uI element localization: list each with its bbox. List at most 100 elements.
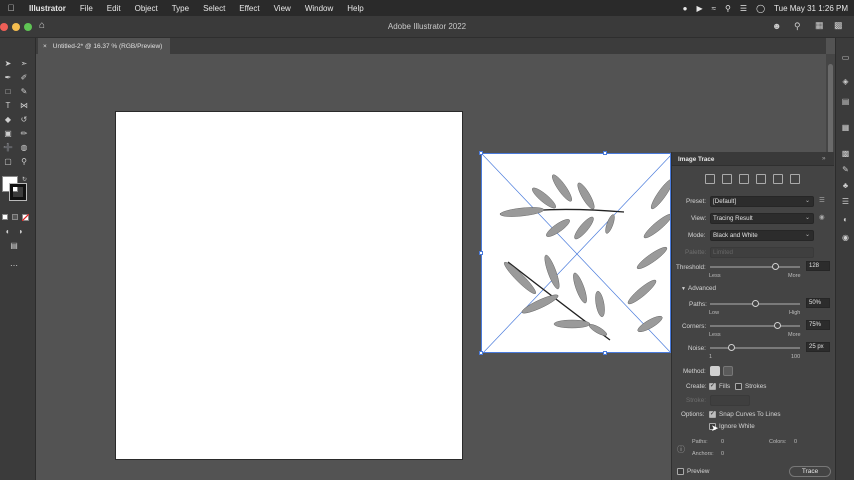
noise-value[interactable]: 25 px <box>806 342 830 352</box>
menu-effect[interactable]: Effect <box>232 4 266 13</box>
menu-help[interactable]: Help <box>340 4 370 13</box>
strokes-checkbox[interactable] <box>735 383 742 390</box>
image-trace-panel-icon[interactable]: ◉ <box>840 232 851 243</box>
control-center-icon[interactable]: ☰ <box>740 4 747 13</box>
fills-checkbox[interactable]: ✓ <box>709 383 716 390</box>
preset-menu-icon[interactable]: ☰ <box>819 197 825 204</box>
wifi-icon[interactable]: ≈ <box>712 4 716 13</box>
gradient-tool-icon[interactable]: ▣ <box>2 128 14 140</box>
swap-colors-icon[interactable]: ↻ <box>22 176 27 183</box>
high-color-preset-icon[interactable] <box>722 174 732 184</box>
threshold-slider-track[interactable] <box>710 266 800 268</box>
search-icon[interactable]: ⚲ <box>725 4 731 13</box>
libraries-icon[interactable]: ▦ <box>840 122 851 133</box>
blend-tool-icon[interactable]: ◍ <box>18 142 30 154</box>
advanced-disclosure-icon[interactable]: ▼ <box>681 286 686 292</box>
preset-dropdown[interactable]: [Default] ⌄ <box>710 196 814 207</box>
width-tool-icon[interactable]: ⋈ <box>18 100 30 112</box>
snap-curves-checkbox[interactable]: ✓ <box>709 411 716 418</box>
corners-slider-knob[interactable] <box>774 322 781 329</box>
preview-checkbox[interactable] <box>677 468 684 475</box>
noise-slider-track[interactable] <box>710 347 800 349</box>
close-tab-icon[interactable]: × <box>43 43 47 50</box>
selection-handle-bl[interactable] <box>479 351 483 355</box>
swatches-icon[interactable]: ▩ <box>840 148 851 159</box>
artboard[interactable] <box>115 111 463 460</box>
brushes-icon[interactable]: ✎ <box>840 164 851 175</box>
outline-preset-icon[interactable] <box>790 174 800 184</box>
zoom-tool-icon[interactable]: ⚲ <box>18 156 30 168</box>
eyedropper-tool-icon[interactable]: ✏ <box>18 128 30 140</box>
menu-view[interactable]: View <box>267 4 298 13</box>
mode-dropdown[interactable]: Black and White ⌄ <box>710 230 814 241</box>
corners-slider-track[interactable] <box>710 325 800 327</box>
corners-value[interactable]: 75% <box>806 320 830 330</box>
image-trace-header[interactable]: Image Trace » <box>672 152 834 166</box>
rectangle-tool-icon[interactable]: □ <box>2 86 14 98</box>
pen-tool-icon[interactable]: ✒ <box>2 72 14 84</box>
noise-slider-knob[interactable] <box>728 344 736 351</box>
selection-handle-ml[interactable] <box>479 251 483 255</box>
advanced-label[interactable]: Advanced <box>688 285 716 292</box>
menu-file[interactable]: File <box>73 4 100 13</box>
menu-select[interactable]: Select <box>196 4 232 13</box>
abutting-method-icon[interactable] <box>710 366 720 376</box>
record-icon[interactable]: ● <box>683 4 688 13</box>
paths-slider-knob[interactable] <box>751 300 759 307</box>
black-white-preset-icon[interactable] <box>773 174 783 184</box>
type-tool-icon[interactable]: T <box>2 100 14 112</box>
none-mode-icon[interactable] <box>22 214 29 221</box>
draw-behind-icon[interactable]: ◑ <box>14 226 26 238</box>
eraser-tool-icon[interactable]: ◆ <box>2 114 14 126</box>
panel-collapse-icon[interactable]: » <box>822 155 826 162</box>
menu-type[interactable]: Type <box>165 4 196 13</box>
menu-edit[interactable]: Edit <box>100 4 128 13</box>
threshold-slider-knob[interactable] <box>772 263 780 270</box>
shape-builder-tool-icon[interactable]: ➕ <box>2 142 14 154</box>
layers-icon[interactable]: ◈ <box>840 76 851 87</box>
comments-icon[interactable]: ▭ <box>840 52 851 63</box>
selection-handle-tl[interactable] <box>479 151 483 155</box>
apple-icon[interactable]:  <box>0 3 22 13</box>
workspace-switcher-icon[interactable]: ▦ <box>815 20 824 31</box>
low-color-preset-icon[interactable] <box>739 174 749 184</box>
document-tab[interactable]: × Untitled-2* @ 16.37 % (RGB/Preview) <box>38 38 171 54</box>
rotate-tool-icon[interactable]: ↺ <box>18 114 30 126</box>
eye-icon[interactable]: ◉ <box>819 214 825 221</box>
share-icon[interactable]: ☻ <box>772 21 781 31</box>
selection-tool-icon[interactable]: ➤ <box>2 58 14 70</box>
properties-icon[interactable]: ▤ <box>840 96 851 107</box>
selection-handle-tc[interactable] <box>603 151 607 155</box>
menu-window[interactable]: Window <box>298 4 340 13</box>
selection-handle-bc[interactable] <box>603 351 607 355</box>
overlapping-method-icon[interactable] <box>723 366 733 376</box>
placed-leaf-image[interactable] <box>481 153 671 353</box>
search-help-icon[interactable]: ⚲ <box>794 21 801 32</box>
edit-toolbar-icon[interactable]: ⋯ <box>8 260 20 272</box>
threshold-value[interactable]: 128 <box>806 261 830 271</box>
artboard-tool-icon[interactable]: ▢ <box>2 156 14 168</box>
screen-mode-icon[interactable]: ▤ <box>8 240 20 252</box>
gradient-mode-icon[interactable] <box>12 214 18 220</box>
siri-icon[interactable]: ◯ <box>756 4 765 13</box>
transparency-icon[interactable]: ◐ <box>840 214 851 225</box>
trace-button[interactable]: Trace <box>789 466 831 477</box>
menu-object[interactable]: Object <box>128 4 165 13</box>
curvature-tool-icon[interactable]: ✐ <box>18 72 30 84</box>
arrange-documents-icon[interactable]: ▩ <box>834 20 843 31</box>
tools-panel: ➤ ➣ ✒ ✐ □ ✎ T ⋈ ◆ ↺ ▣ ✏ ➕ ◍ ▢ ⚲ ↻ ◐ ◑ ▤ … <box>0 38 36 480</box>
app-menu[interactable]: Illustrator <box>22 4 73 13</box>
auto-color-preset-icon[interactable] <box>705 174 715 184</box>
stroke-swatch[interactable] <box>9 183 27 201</box>
paintbrush-tool-icon[interactable]: ✎ <box>18 86 30 98</box>
clock[interactable]: Tue May 31 1:26 PM <box>774 4 848 13</box>
play-icon[interactable]: ▶ <box>697 4 703 13</box>
grayscale-preset-icon[interactable] <box>756 174 766 184</box>
color-mode-icon[interactable] <box>2 214 8 220</box>
drawing-mode-icon[interactable]: ◐ <box>2 226 14 238</box>
direct-selection-tool-icon[interactable]: ➣ <box>18 58 30 70</box>
view-dropdown[interactable]: Tracing Result ⌄ <box>710 213 814 224</box>
stroke-panel-icon[interactable]: ☰ <box>840 196 851 207</box>
paths-value[interactable]: 50% <box>806 298 830 308</box>
symbols-icon[interactable]: ♣ <box>840 180 851 191</box>
